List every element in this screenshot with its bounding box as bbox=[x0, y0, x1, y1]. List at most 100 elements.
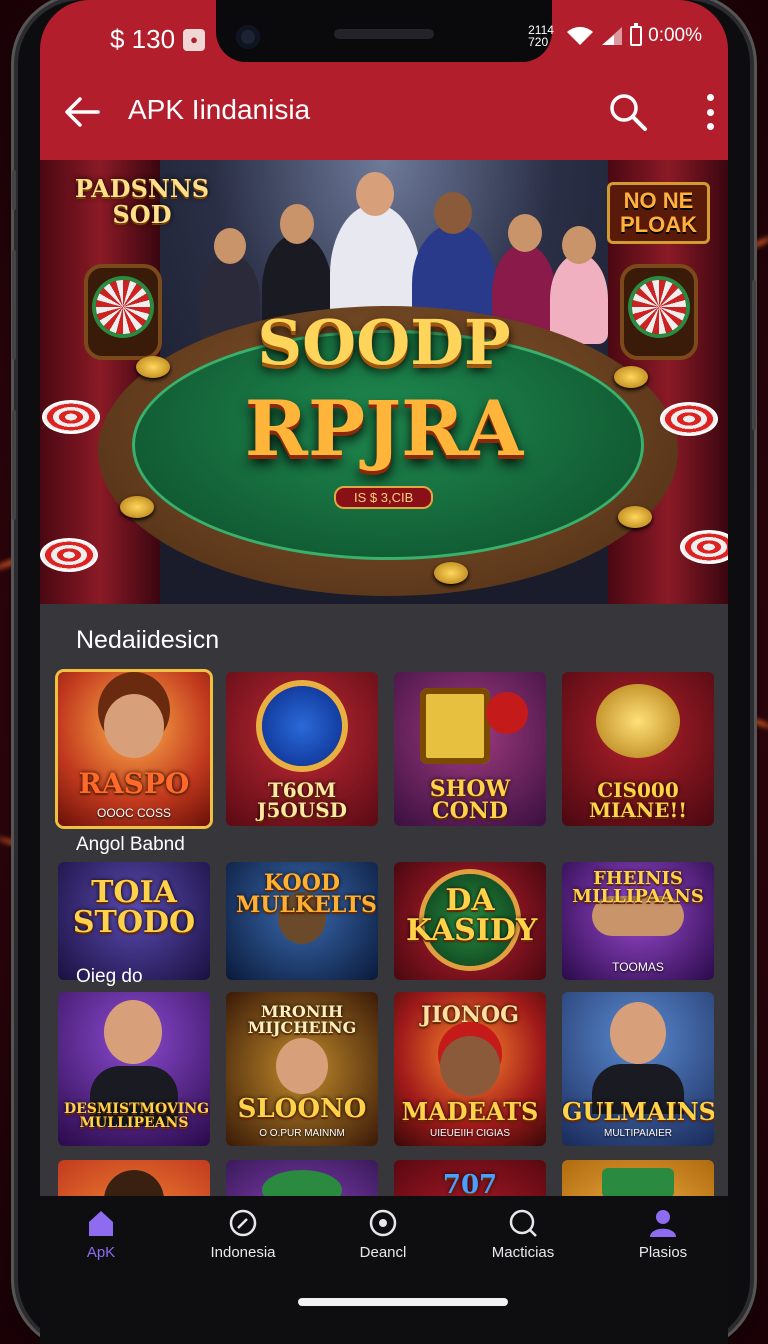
tile-character-art bbox=[104, 1000, 162, 1064]
phone-screen: $ 130 ● 2114 720 0:00% APK Iindanisia PA… bbox=[40, 0, 728, 1344]
notification-icon: ● bbox=[183, 28, 206, 51]
phone-side-button bbox=[12, 170, 16, 210]
tile-character-art bbox=[104, 694, 164, 758]
tile-slot-art bbox=[420, 688, 490, 764]
nav-item-macticias[interactable]: Macticias bbox=[468, 1208, 578, 1261]
game-tile-title: FHEINIS MILLIPAANS bbox=[572, 868, 704, 907]
game-tile-title: T6OM J5OUSD bbox=[256, 778, 348, 822]
game-tile-title: CIS000 MIANE!! bbox=[588, 778, 688, 822]
gold-chip bbox=[120, 496, 154, 518]
gold-chip bbox=[434, 562, 468, 584]
game-tile[interactable]: DESMISTMOVING MULLIPEANS bbox=[58, 992, 210, 1146]
app-bar: APK Iindanisia bbox=[40, 64, 728, 160]
banner-title-line1: SOODP bbox=[257, 306, 511, 379]
game-tile[interactable]: JIONOG MADEATS UIEUEIIH CIGIAS bbox=[394, 992, 546, 1146]
game-tile[interactable]: MRONIH MIJCHEING SLOONO O O.PUR MAINNM bbox=[226, 992, 378, 1146]
game-tile-subtitle: OOOC COSS bbox=[96, 806, 171, 820]
home-indicator[interactable] bbox=[298, 1298, 508, 1306]
game-tile[interactable]: KOOD MULKELTS bbox=[226, 862, 378, 980]
game-tile-subtitle: MULTIPAIAIER bbox=[604, 1128, 672, 1139]
row-label: Angol Babnd bbox=[76, 834, 185, 855]
status-right: 2114 720 0:00% bbox=[528, 23, 702, 48]
search-icon[interactable] bbox=[608, 92, 648, 132]
game-tile[interactable]: FHEINIS MILLIPAANS TOOMAS bbox=[562, 862, 714, 980]
game-tile[interactable]: T6OM J5OUSD bbox=[226, 672, 378, 826]
tile-character-art bbox=[610, 1002, 666, 1064]
wifi-icon bbox=[567, 26, 594, 45]
status-bar: $ 130 ● 2114 720 0:00% bbox=[40, 0, 728, 64]
compass-icon bbox=[229, 1209, 257, 1237]
status-battery-text: 0:00% bbox=[648, 25, 702, 46]
nav-label: Macticias bbox=[491, 1244, 555, 1261]
game-tile-title: DESMISTMOVING MULLIPEANS bbox=[64, 1101, 210, 1131]
game-tile-title: JIONOG bbox=[421, 1002, 519, 1028]
banner-logo-right-line1: NO NE bbox=[623, 188, 694, 213]
banner-logo-right: NO NE PLOAK bbox=[607, 182, 710, 244]
banner-logo-right-line2: PLOAK bbox=[620, 212, 697, 237]
tile-chest-art bbox=[602, 1168, 674, 1198]
game-tile-title: GULMAINS bbox=[562, 1097, 714, 1126]
status-clock-bottom: 720 bbox=[528, 35, 549, 49]
game-tile[interactable]: TOIA STODO bbox=[58, 862, 210, 980]
more-dot bbox=[706, 94, 714, 101]
game-tile-title: SHOW COND bbox=[429, 776, 511, 824]
nav-item-apk[interactable]: ApK bbox=[46, 1208, 156, 1261]
target-icon bbox=[369, 1209, 397, 1237]
game-list: Nedaiidesicn RASPO OOOC COSS T6OM J5OUSD… bbox=[40, 604, 728, 1314]
game-tile-subtitle: TOOMAS bbox=[612, 960, 664, 974]
app-title: APK Iindanisia bbox=[128, 94, 311, 125]
game-tile-title: KOOD MULKELTS bbox=[236, 870, 377, 918]
game-tile[interactable]: RASPO OOOC COSS bbox=[58, 672, 210, 826]
game-tile-title: SLOONO bbox=[237, 1094, 367, 1124]
more-dot bbox=[706, 123, 714, 130]
nav-label: Deancl bbox=[359, 1244, 407, 1261]
camera-icon bbox=[236, 25, 260, 49]
tile-trophy-art bbox=[596, 684, 680, 758]
battery-icon bbox=[630, 23, 643, 46]
speaker-grille bbox=[334, 29, 434, 39]
phone-side-button bbox=[12, 250, 16, 360]
game-tile-title: TOIA STODO bbox=[72, 875, 196, 940]
game-tile-title: RASPO bbox=[78, 767, 190, 800]
profile-icon bbox=[650, 1210, 676, 1237]
game-tile[interactable]: SHOW COND bbox=[394, 672, 546, 826]
row-label: Oieg do bbox=[76, 966, 143, 987]
phone-side-button bbox=[752, 280, 756, 430]
section-title: Nedaiidesicn bbox=[76, 626, 220, 654]
game-tile[interactable]: GULMAINS MULTIPAIAIER bbox=[562, 992, 714, 1146]
signal-icon bbox=[602, 27, 623, 45]
game-tile-subtitle: O O.PUR MAINNM bbox=[259, 1128, 345, 1139]
hero-banner[interactable]: PADSNNS SOD NO NE PLOAK SOODP RPJRA IS $… bbox=[40, 160, 728, 604]
game-tile-subtitle: UIEUEIIH CIGIAS bbox=[429, 1128, 510, 1139]
gold-chip bbox=[618, 506, 652, 528]
nav-item-plasios[interactable]: Plasios bbox=[608, 1208, 718, 1261]
chip-stack bbox=[40, 538, 98, 572]
game-tile[interactable]: DA KASIDY bbox=[394, 862, 546, 980]
phone-frame: $ 130 ● 2114 720 0:00% APK Iindanisia PA… bbox=[12, 0, 756, 1344]
more-dot bbox=[706, 108, 714, 116]
game-tile-title: DA KASIDY bbox=[406, 883, 538, 948]
home-icon bbox=[89, 1211, 113, 1236]
game-tile[interactable]: CIS000 MIANE!! bbox=[562, 672, 714, 826]
nav-label: ApK bbox=[86, 1244, 116, 1261]
tile-character-art bbox=[276, 1038, 328, 1094]
game-tile-title: 707 bbox=[442, 1170, 498, 1200]
tile-logo-art bbox=[262, 686, 342, 766]
game-tile-title: MRONIH MIJCHEING bbox=[247, 1002, 357, 1037]
tile-boxing-glove-art bbox=[486, 692, 528, 734]
status-left: $ 130 ● bbox=[110, 24, 206, 55]
status-clock: 2114 720 bbox=[528, 24, 554, 48]
banner-badge: IS $ 3,CIB bbox=[334, 486, 434, 509]
more-vertical-icon[interactable] bbox=[704, 94, 716, 130]
nav-item-deancl[interactable]: Deancl bbox=[328, 1208, 438, 1261]
arrow-left-icon[interactable] bbox=[62, 94, 102, 130]
bottom-navigation: ApK Indonesia Deancl Macticias Plasios bbox=[40, 1196, 728, 1344]
tile-character-art bbox=[440, 1036, 500, 1096]
nav-label: Indonesia bbox=[210, 1244, 276, 1261]
banner-logo-left: PADSNNS SOD bbox=[74, 174, 210, 229]
game-tile-title: MADEATS bbox=[401, 1097, 539, 1126]
nav-item-indonesia[interactable]: Indonesia bbox=[188, 1208, 298, 1261]
status-balance: $ 130 bbox=[110, 24, 176, 54]
camera-notch bbox=[216, 0, 552, 62]
nav-label: Plasios bbox=[638, 1244, 688, 1261]
